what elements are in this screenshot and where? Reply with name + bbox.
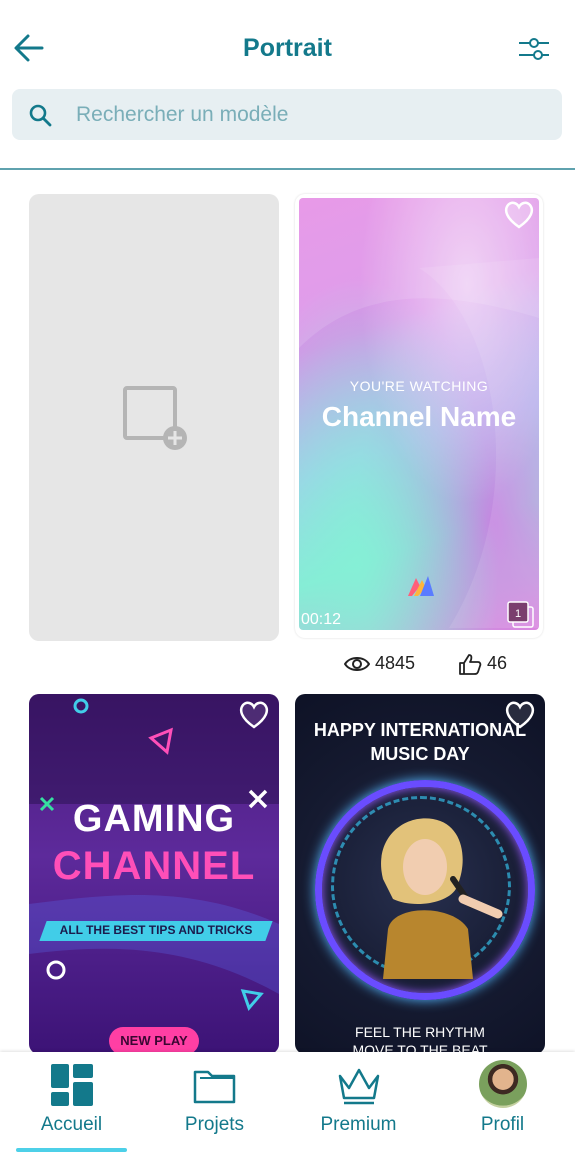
app-header: Portrait (0, 0, 575, 90)
add-image-icon (123, 386, 187, 450)
views-stat: 4845 (343, 653, 416, 674)
active-tab-indicator (16, 1148, 127, 1152)
singer-image (381, 818, 503, 979)
folder-icon (193, 1070, 235, 1104)
template-line2: MOVE TO THE BEAT (352, 1042, 488, 1052)
search-bar (12, 89, 562, 140)
heart-icon[interactable] (503, 700, 537, 730)
template-title: HAPPY INTERNATIONAL MUSIC DAY (313, 720, 527, 764)
nav-label: Projets (184, 1114, 245, 1135)
avatar (478, 1060, 527, 1108)
template-stats: 4845 46 (340, 651, 540, 681)
template-line1: GAMING (72, 798, 236, 840)
heart-icon[interactable] (502, 200, 536, 230)
search-input[interactable] (74, 97, 548, 133)
template-thumbnail: YOU'RE WATCHING Channel Name 00:12 1 (299, 198, 539, 630)
crown-icon (338, 1068, 379, 1105)
eye-icon (343, 657, 371, 672)
blank-template-card[interactable] (29, 194, 279, 641)
thumbs-up-icon (459, 654, 482, 676)
pages-icon: 1 (507, 601, 534, 628)
template-line2: CHANNEL (52, 844, 256, 888)
nav-label: Accueil (40, 1114, 103, 1135)
template-headline: Channel Name (321, 401, 517, 432)
dashboard-icon (50, 1064, 93, 1106)
template-card-channel-name[interactable]: YOU'RE WATCHING Channel Name 00:12 1 (295, 194, 543, 638)
header-divider (0, 168, 575, 170)
template-card-gaming[interactable]: GAMING CHANNEL ALL THE BEST TIPS AND TRI… (29, 694, 279, 1052)
sliders-icon (519, 38, 549, 60)
template-grid: YOU'RE WATCHING Channel Name 00:12 1 484… (0, 171, 575, 1052)
likes-count: 46 (487, 653, 508, 673)
nav-item-projets[interactable]: Projets (143, 1052, 286, 1159)
brand-logo (408, 576, 434, 596)
template-overline: YOU'RE WATCHING (349, 378, 489, 394)
template-line1: FEEL THE RHYTHM (355, 1024, 485, 1040)
search-icon (29, 104, 52, 127)
likes-stat[interactable]: 46 (458, 653, 508, 676)
nav-label: Profil (480, 1114, 525, 1135)
nav-item-accueil[interactable]: Accueil (0, 1052, 143, 1159)
template-duration: 00:12 (301, 611, 342, 628)
filter-button[interactable] (517, 34, 551, 64)
bottom-navigation: Accueil Projets Premium Profil (0, 1052, 575, 1159)
nav-label: Premium (320, 1114, 397, 1135)
template-banner: ALL THE BEST TIPS AND TRICKS (59, 923, 253, 937)
template-card-music-day[interactable]: HAPPY INTERNATIONAL MUSIC DAY FEEL THE R… (295, 694, 545, 1052)
template-button-label: NEW PLAY (109, 1027, 199, 1052)
page-title: Portrait (243, 34, 332, 62)
views-count: 4845 (375, 653, 416, 673)
nav-item-profil[interactable]: Profil (431, 1052, 574, 1159)
nav-item-premium[interactable]: Premium (287, 1052, 430, 1159)
heart-icon[interactable] (237, 700, 271, 730)
page-count: 1 (515, 608, 521, 620)
